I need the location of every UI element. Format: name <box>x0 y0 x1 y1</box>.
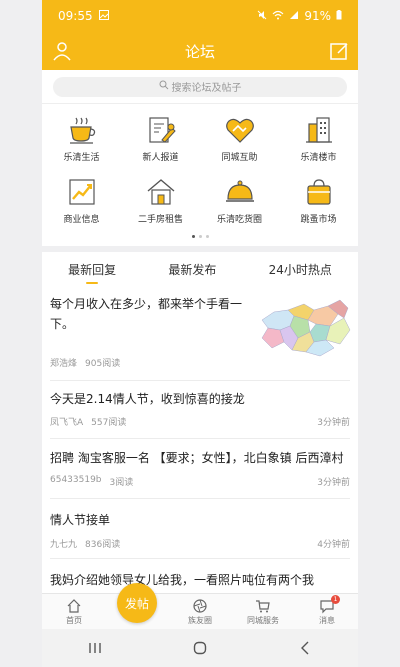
post-meta: 郑浩烽 905阅读 <box>50 356 120 369</box>
nav-label: 同城服务 <box>247 616 279 625</box>
page-title: 论坛 <box>184 42 215 61</box>
bottom-tab-bar: 首页 族友圈 同城服务 1 消息 <box>42 593 358 629</box>
post-time: 4分钟前 <box>317 540 350 550</box>
post-time: 3分钟前 <box>317 478 350 488</box>
system-navigation-bar <box>42 629 358 667</box>
page-indicator <box>42 235 358 238</box>
category-item-second-hand-house[interactable]: 二手房租售 <box>121 168 200 230</box>
cart-icon <box>256 600 270 613</box>
search-bar: 搜索论坛及帖子 <box>42 70 358 104</box>
growth-chart-icon <box>68 179 95 205</box>
post-item[interactable]: 每个月收入在多少，都来举个手看一下。 郑浩烽 905阅读 <box>50 286 354 381</box>
category-label: 同城互助 <box>221 153 258 163</box>
post-views: 836阅读 <box>85 540 121 550</box>
category-label: 乐清吃货圈 <box>216 215 262 225</box>
nav-label: 族友圈 <box>188 616 212 625</box>
tab-latest-reply[interactable]: 最新回复 <box>68 252 116 286</box>
clipboard-pen-icon <box>148 117 176 143</box>
post-title: 每个月收入在多少，都来举个手看一下。 <box>50 297 243 331</box>
post-author: 九七九 <box>50 540 78 550</box>
compose-edit-icon[interactable] <box>328 40 350 62</box>
nav-label: 首页 <box>66 616 82 625</box>
search-icon <box>159 80 169 93</box>
post-item[interactable]: 招聘 淘宝客服一名 【要求；女性】，北白象镇 后西漳村 65433519b 3阅… <box>50 439 350 499</box>
shopping-bag-icon <box>306 179 331 205</box>
category-label: 乐清楼市 <box>300 153 337 163</box>
tab-24h-hot[interactable]: 24小时热点 <box>269 252 332 286</box>
category-grid: 乐清生活 新人报道 同城互助 乐清楼市 商业信息 二手房租售 乐清吃货圈 跳蚤市… <box>42 104 358 246</box>
nav-label: 消息 <box>319 616 335 625</box>
image-notification-icon <box>98 9 109 23</box>
house-icon <box>147 179 174 205</box>
nav-home[interactable]: 首页 <box>49 598 99 626</box>
food-cloche-icon <box>225 180 254 202</box>
category-item-flea-market[interactable]: 跳蚤市场 <box>279 168 358 230</box>
battery-icon <box>336 9 342 23</box>
feed-tabs: 最新回复 最新发布 24小时热点 <box>42 252 358 286</box>
post-meta: 65433519b 3阅读 <box>50 475 133 488</box>
nav-messages[interactable]: 1 消息 <box>302 595 352 626</box>
category-label: 新人报道 <box>142 153 179 163</box>
category-item-life[interactable]: 乐清生活 <box>42 106 121 168</box>
search-input[interactable]: 搜索论坛及帖子 <box>53 76 347 97</box>
post-author: 凤飞飞A <box>50 418 84 428</box>
category-item-foodie[interactable]: 乐清吃货圈 <box>200 168 279 230</box>
post-title: 我妈介绍她领导女儿给我，一看照片吨位有两个我 <box>50 573 315 587</box>
mute-icon <box>257 9 267 23</box>
category-item-newcomer[interactable]: 新人报道 <box>121 106 200 168</box>
post-item[interactable]: 我妈介绍她领导女儿给我，一看照片吨位有两个我 <box>50 559 350 593</box>
post-views: 905阅读 <box>85 359 121 369</box>
post-title: 今天是2.14情人节，收到惊喜的接龙 <box>50 392 245 406</box>
category-label: 商业信息 <box>63 215 100 225</box>
category-label: 二手房租售 <box>137 215 183 225</box>
post-views: 3阅读 <box>109 478 134 488</box>
nav-circle[interactable]: 族友圈 <box>175 598 225 626</box>
new-post-button[interactable]: 发帖 <box>117 583 157 623</box>
heart-hand-icon <box>225 118 254 143</box>
page-dot <box>198 235 202 238</box>
post-thumbnail-map-image <box>254 290 354 365</box>
post-views: 557阅读 <box>91 418 127 428</box>
page-dot-active <box>191 235 195 238</box>
home-icon <box>67 599 81 613</box>
back-arrow-icon[interactable] <box>285 633 325 663</box>
app-header: 论坛 <box>42 32 358 70</box>
page-dot <box>205 235 209 238</box>
nav-local-service[interactable]: 同城服务 <box>238 598 288 626</box>
signal-icon <box>289 9 299 23</box>
building-icon <box>305 117 332 143</box>
status-bar: 09:55 91% <box>42 0 358 32</box>
message-count-badge: 1 <box>331 595 340 604</box>
coffee-cup-icon <box>69 117 95 144</box>
battery-percent: 91% <box>304 9 331 23</box>
category-label: 跳蚤市场 <box>300 215 337 225</box>
post-item[interactable]: 今天是2.14情人节，收到惊喜的接龙 凤飞飞A 557阅读 3分钟前 <box>50 381 350 439</box>
post-title: 情人节接单 <box>50 513 111 527</box>
post-meta: 九七九 836阅读 <box>50 537 120 550</box>
category-label: 乐清生活 <box>63 153 100 163</box>
category-item-mutual-help[interactable]: 同城互助 <box>200 106 279 168</box>
category-item-business[interactable]: 商业信息 <box>42 168 121 230</box>
post-item[interactable]: 情人节接单 九七九 836阅读 4分钟前 <box>50 499 350 559</box>
post-author: 65433519b <box>50 475 102 485</box>
post-title: 招聘 淘宝客服一名 【要求；女性】，北白象镇 后西漳村 <box>50 451 344 465</box>
home-circle-icon[interactable] <box>180 633 220 663</box>
post-author: 郑浩烽 <box>50 359 78 369</box>
post-time: 3分钟前 <box>317 418 350 428</box>
search-placeholder: 搜索论坛及帖子 <box>171 83 242 94</box>
post-feed: 每个月收入在多少，都来举个手看一下。 郑浩烽 905阅读 今天是2.14情人节，… <box>42 286 358 593</box>
post-meta: 凤飞飞A 557阅读 <box>50 415 126 428</box>
category-item-property[interactable]: 乐清楼市 <box>279 106 358 168</box>
status-time: 09:55 <box>58 9 93 23</box>
wifi-icon <box>272 9 284 23</box>
tab-latest-post[interactable]: 最新发布 <box>168 252 216 286</box>
camera-aperture-icon <box>193 599 207 613</box>
user-profile-icon[interactable] <box>51 40 73 62</box>
recent-apps-icon[interactable] <box>75 633 115 663</box>
